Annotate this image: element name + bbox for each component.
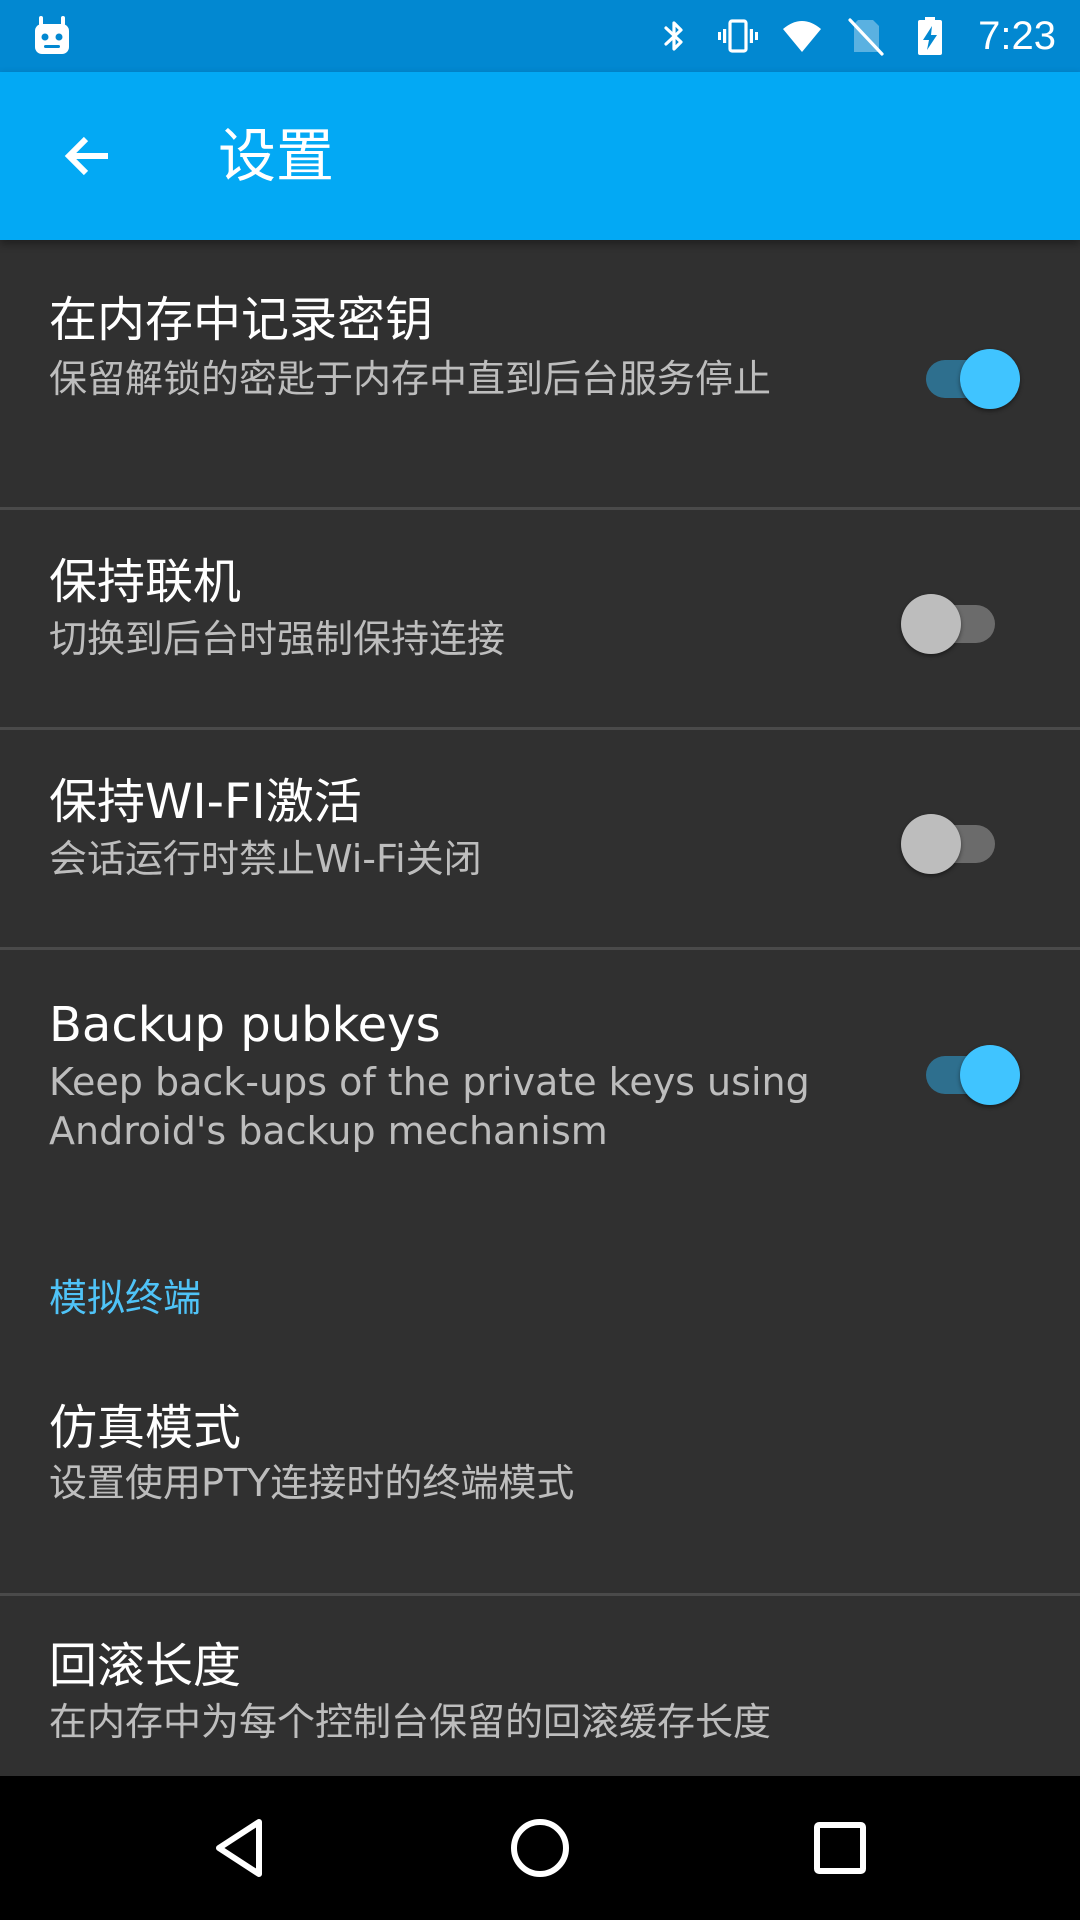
status-bar: 7:23 <box>0 0 1080 72</box>
nav-home-icon <box>511 1819 569 1877</box>
pref-backup-pubkeys[interactable]: Backup pubkeys Keep back-ups of the priv… <box>0 950 1080 1220</box>
pref-summary: 设置使用PTY连接时的终端模式 <box>49 1461 575 1505</box>
pref-title: 在内存中记录密钥 <box>49 292 434 348</box>
pref-title: 保持联机 <box>49 554 242 610</box>
switch-thumb <box>960 349 1020 409</box>
nav-recents-button[interactable] <box>800 1808 880 1888</box>
android-debug-icon <box>35 16 69 54</box>
back-button[interactable] <box>48 116 128 196</box>
pref-summary: 保留解锁的密匙于内存中直到后台服务停止 <box>49 357 772 401</box>
status-time: 7:23 <box>978 13 1056 58</box>
pref-emulation-mode[interactable]: 仿真模式 设置使用PTY连接时的终端模式 <box>0 1380 1080 1602</box>
pref-summary: 切换到后台时强制保持连接 <box>49 617 506 661</box>
navigation-bar <box>0 1776 1080 1920</box>
backup-pubkeys-switch[interactable] <box>910 1035 1020 1105</box>
pref-summary: Keep back-ups of the private keys using … <box>49 1060 810 1153</box>
pref-keep-alive[interactable]: 保持联机 切换到后台时强制保持连接 <box>0 510 1080 728</box>
app-bar: 设置 <box>0 72 1080 240</box>
nav-recents-icon <box>814 1822 866 1874</box>
no-sim-icon <box>848 18 884 56</box>
memorize-keys-switch[interactable] <box>910 339 1020 409</box>
switch-thumb <box>901 594 961 654</box>
nav-back-button[interactable] <box>200 1808 280 1888</box>
vibrate-icon <box>718 19 759 53</box>
pref-title: 仿真模式 <box>49 1400 242 1456</box>
pref-title: Backup pubkeys <box>49 997 441 1053</box>
settings-screen: 7:23 设置 在内存中记录密钥 保留解锁的密匙于内存中直到后台服务停止 保持联… <box>0 0 1080 1920</box>
pref-wifi-lock[interactable]: 保持WI-FI激活 会话运行时禁止Wi-Fi关闭 <box>0 730 1080 948</box>
keep-alive-switch[interactable] <box>901 584 1011 654</box>
nav-back-icon <box>216 1819 262 1877</box>
pref-summary: 会话运行时禁止Wi-Fi关闭 <box>49 837 482 881</box>
preferences-list: 在内存中记录密钥 保留解锁的密匙于内存中直到后台服务停止 保持联机 切换到后台时… <box>0 240 1080 1776</box>
nav-home-button[interactable] <box>500 1808 580 1888</box>
wifi-lock-switch[interactable] <box>901 804 1011 874</box>
page-title: 设置 <box>218 122 335 190</box>
battery-charging-icon <box>918 17 943 55</box>
category-terminal-emulation: 模拟终端 <box>49 1276 202 1320</box>
wifi-icon <box>783 21 822 52</box>
pref-title: 保持WI-FI激活 <box>49 774 362 830</box>
pref-title: 回滚长度 <box>49 1638 242 1694</box>
arrow-back-icon <box>64 136 108 176</box>
pref-scrollback-length[interactable]: 回滚长度 在内存中为每个控制台保留的回滚缓存长度 <box>0 1596 1080 1776</box>
switch-thumb <box>901 814 961 874</box>
pref-summary: 在内存中为每个控制台保留的回滚缓存长度 <box>49 1700 772 1744</box>
bluetooth-icon <box>664 21 683 51</box>
switch-thumb <box>960 1045 1020 1105</box>
pref-memorize-keys[interactable]: 在内存中记录密钥 保留解锁的密匙于内存中直到后台服务停止 <box>0 240 1080 508</box>
